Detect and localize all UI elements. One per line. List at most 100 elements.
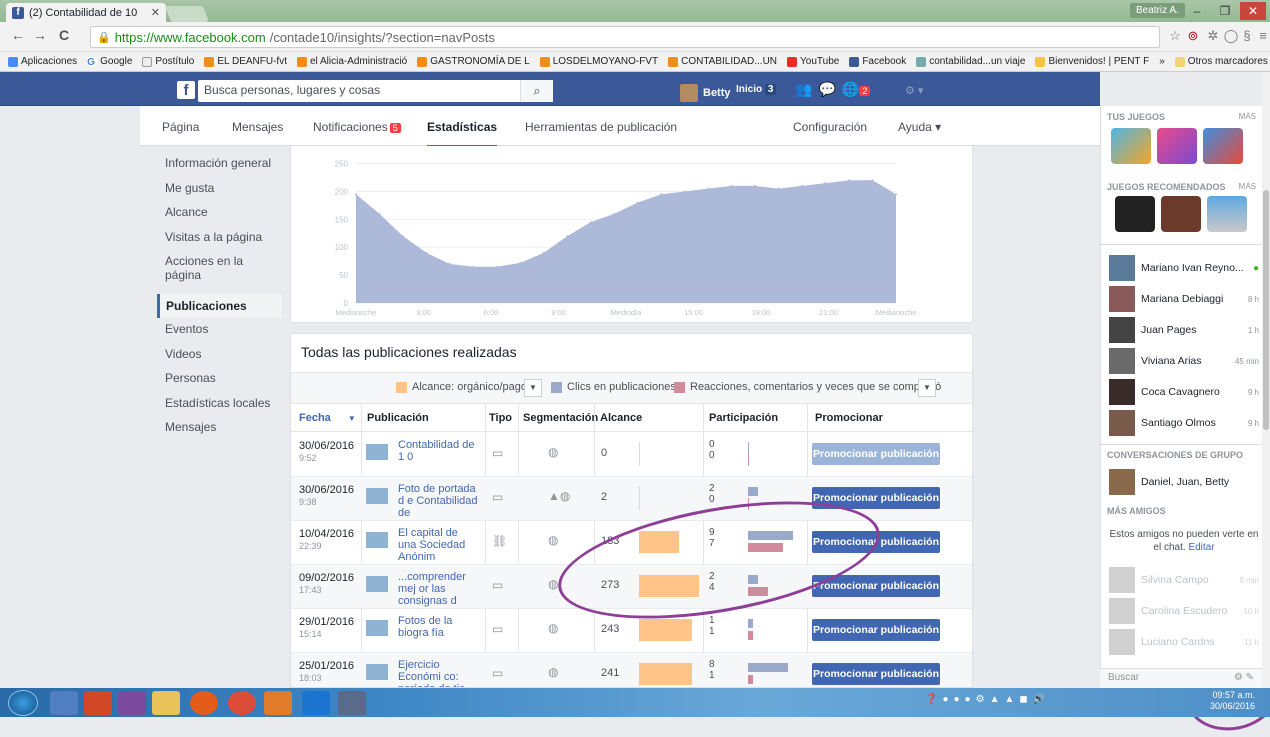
scrollbar-thumb[interactable] (1263, 190, 1269, 430)
ie-icon[interactable] (302, 691, 330, 715)
data-point[interactable] (848, 179, 851, 182)
back-icon[interactable]: ← (10, 27, 26, 45)
menu-icon[interactable]: ≡ (1254, 28, 1270, 46)
game-icon[interactable] (1203, 128, 1243, 164)
game-icon[interactable] (1207, 196, 1247, 232)
globe-icon[interactable]: 🌐 2 (842, 81, 871, 98)
data-point[interactable] (519, 261, 522, 264)
data-point[interactable] (589, 221, 592, 224)
data-point[interactable] (566, 235, 569, 238)
data-point[interactable] (401, 235, 404, 238)
editar-link[interactable]: Editar (1188, 542, 1214, 553)
star-icon[interactable]: ☆ (1166, 28, 1184, 46)
menu-alcance[interactable]: Alcance (157, 205, 282, 230)
menu-mensajes[interactable]: Mensajes (157, 420, 282, 445)
minimize-icon[interactable]: – (1184, 2, 1210, 20)
bookmark-item[interactable]: Facebook (849, 56, 906, 67)
data-point[interactable] (895, 193, 897, 196)
bookmark-item[interactable]: LOSDELMOYANO-FVT (539, 56, 658, 67)
tab-configuracion[interactable]: Configuración (793, 120, 867, 134)
bookmark-item[interactable]: Aplicaciones (8, 56, 77, 67)
table-row[interactable]: 30/06/2016 9:38 Foto de portada d e Contab… (291, 477, 972, 521)
data-point[interactable] (378, 212, 381, 215)
fb-search-input[interactable]: Busca personas, lugares y cosas (198, 80, 553, 102)
chat-search-input[interactable]: Buscar ⚙ ✎ (1100, 668, 1262, 688)
taskbar-app-icon[interactable] (84, 691, 112, 715)
chat-contact[interactable]: Juan Pages 1 h (1109, 316, 1259, 344)
mas-link[interactable]: MÁS (1239, 112, 1256, 121)
tab-estadisticas[interactable]: Estadísticas (427, 120, 498, 148)
tab-notificaciones[interactable]: Notificaciones 5 (313, 120, 401, 134)
taskbar-app-icon[interactable] (264, 691, 292, 715)
post-thumbnail[interactable] (366, 620, 388, 636)
post-link[interactable]: ...comprender mej or las consignas d (398, 571, 478, 607)
reacciones-dropdown[interactable]: ▼ (918, 379, 936, 397)
data-point[interactable] (754, 184, 757, 187)
bookmark-overflow[interactable]: » (1159, 56, 1165, 67)
search-icon[interactable]: ⌕ (520, 80, 553, 102)
home-link[interactable]: Inicio 3 (736, 84, 777, 95)
pinterest-icon[interactable]: ⊚ (1184, 28, 1202, 46)
chat-contact[interactable]: Coca Cavagnero 9 h (1109, 378, 1259, 406)
tab-ayuda[interactable]: Ayuda ▾ (898, 120, 941, 134)
browser-profile[interactable]: Beatriz A. (1130, 3, 1185, 18)
folder-icon[interactable] (152, 691, 180, 715)
post-link[interactable]: Fotos de la biogra fía (398, 615, 478, 639)
browser-tab[interactable]: f (2) Contabilidad de 10 ✕ (6, 3, 166, 22)
col-fecha[interactable]: Fecha ▼ (299, 412, 356, 424)
promote-post-button[interactable]: Promocionar publicación (812, 663, 940, 685)
post-thumbnail[interactable] (366, 488, 388, 504)
menu-publicaciones[interactable]: Publicaciones (157, 294, 282, 318)
data-point[interactable] (355, 193, 357, 196)
menu-eventos[interactable]: Eventos (157, 322, 282, 347)
data-point[interactable] (660, 193, 663, 196)
chat-contact[interactable]: Luciano Cardns 11 h (1109, 628, 1259, 656)
game-icon[interactable] (1161, 196, 1201, 232)
post-thumbnail[interactable] (366, 576, 388, 592)
bookmark-item[interactable]: contabilidad...un viaje (916, 56, 1025, 67)
mas-link[interactable]: MÁS (1239, 182, 1256, 191)
clock[interactable]: 09:57 a.m. 30/06/2016 (1210, 690, 1255, 712)
data-point[interactable] (730, 184, 733, 187)
post-link[interactable]: Foto de portada d e Contabilidad de (398, 483, 478, 519)
table-row[interactable]: 25/01/201618:03 Ejercicio Económi co: per… (291, 653, 972, 687)
bookmark-item[interactable]: Bienvenidos! | PENT F (1035, 56, 1149, 67)
bookmark-item[interactable]: GASTRONOMÍA DE L (417, 56, 530, 67)
data-point[interactable] (472, 265, 475, 268)
tab-pagina[interactable]: Página (162, 120, 199, 134)
bookmark-item[interactable]: CONTABILIDAD...UN (668, 56, 777, 67)
data-point[interactable] (707, 187, 710, 190)
data-point[interactable] (801, 184, 804, 187)
group-conversation[interactable]: Daniel, Juan, Betty (1109, 468, 1259, 496)
start-button[interactable] (8, 690, 38, 716)
menu-visitas[interactable]: Visitas a la página (157, 230, 282, 255)
bookmark-item[interactable]: YouTube (787, 56, 839, 67)
bookmark-folder[interactable]: Otros marcadores (1174, 56, 1268, 67)
data-point[interactable] (495, 265, 498, 268)
data-point[interactable] (871, 179, 874, 182)
menu-informacion-general[interactable]: Información general (157, 156, 282, 181)
bookmark-item[interactable]: el Alicia-Administració (296, 56, 407, 67)
extension-icon[interactable]: ✲ (1204, 28, 1222, 46)
taskbar-app-icon[interactable] (118, 691, 146, 715)
taskbar-app-icon[interactable] (50, 691, 78, 715)
chat-contact[interactable]: Mariana Debiaggi 8 h (1109, 285, 1259, 313)
data-point[interactable] (425, 251, 428, 254)
menu-acciones[interactable]: Acciones en la página (157, 254, 282, 294)
menu-me-gusta[interactable]: Me gusta (157, 181, 282, 206)
data-point[interactable] (613, 212, 616, 215)
post-thumbnail[interactable] (366, 664, 388, 680)
bookmark-item[interactable]: Postítulo (142, 56, 194, 67)
alcance-dropdown[interactable]: ▼ (524, 379, 542, 397)
close-tab-icon[interactable]: ✕ (151, 6, 160, 19)
forward-icon[interactable]: → (32, 27, 48, 45)
post-link[interactable]: Ejercicio Económi co: período de tie (398, 659, 478, 687)
post-link[interactable]: Contabilidad de 1 0 (398, 439, 478, 463)
messages-icon[interactable]: 💬 (818, 81, 835, 98)
data-point[interactable] (542, 251, 545, 254)
menu-personas[interactable]: Personas (157, 371, 282, 396)
menu-estadisticas-locales[interactable]: Estadísticas locales (157, 396, 282, 421)
chat-contact[interactable]: Mariano Ivan Reyno... ● (1109, 254, 1259, 282)
game-icon[interactable] (1111, 128, 1151, 164)
tab-herramientas[interactable]: Herramientas de publicación (525, 120, 677, 134)
